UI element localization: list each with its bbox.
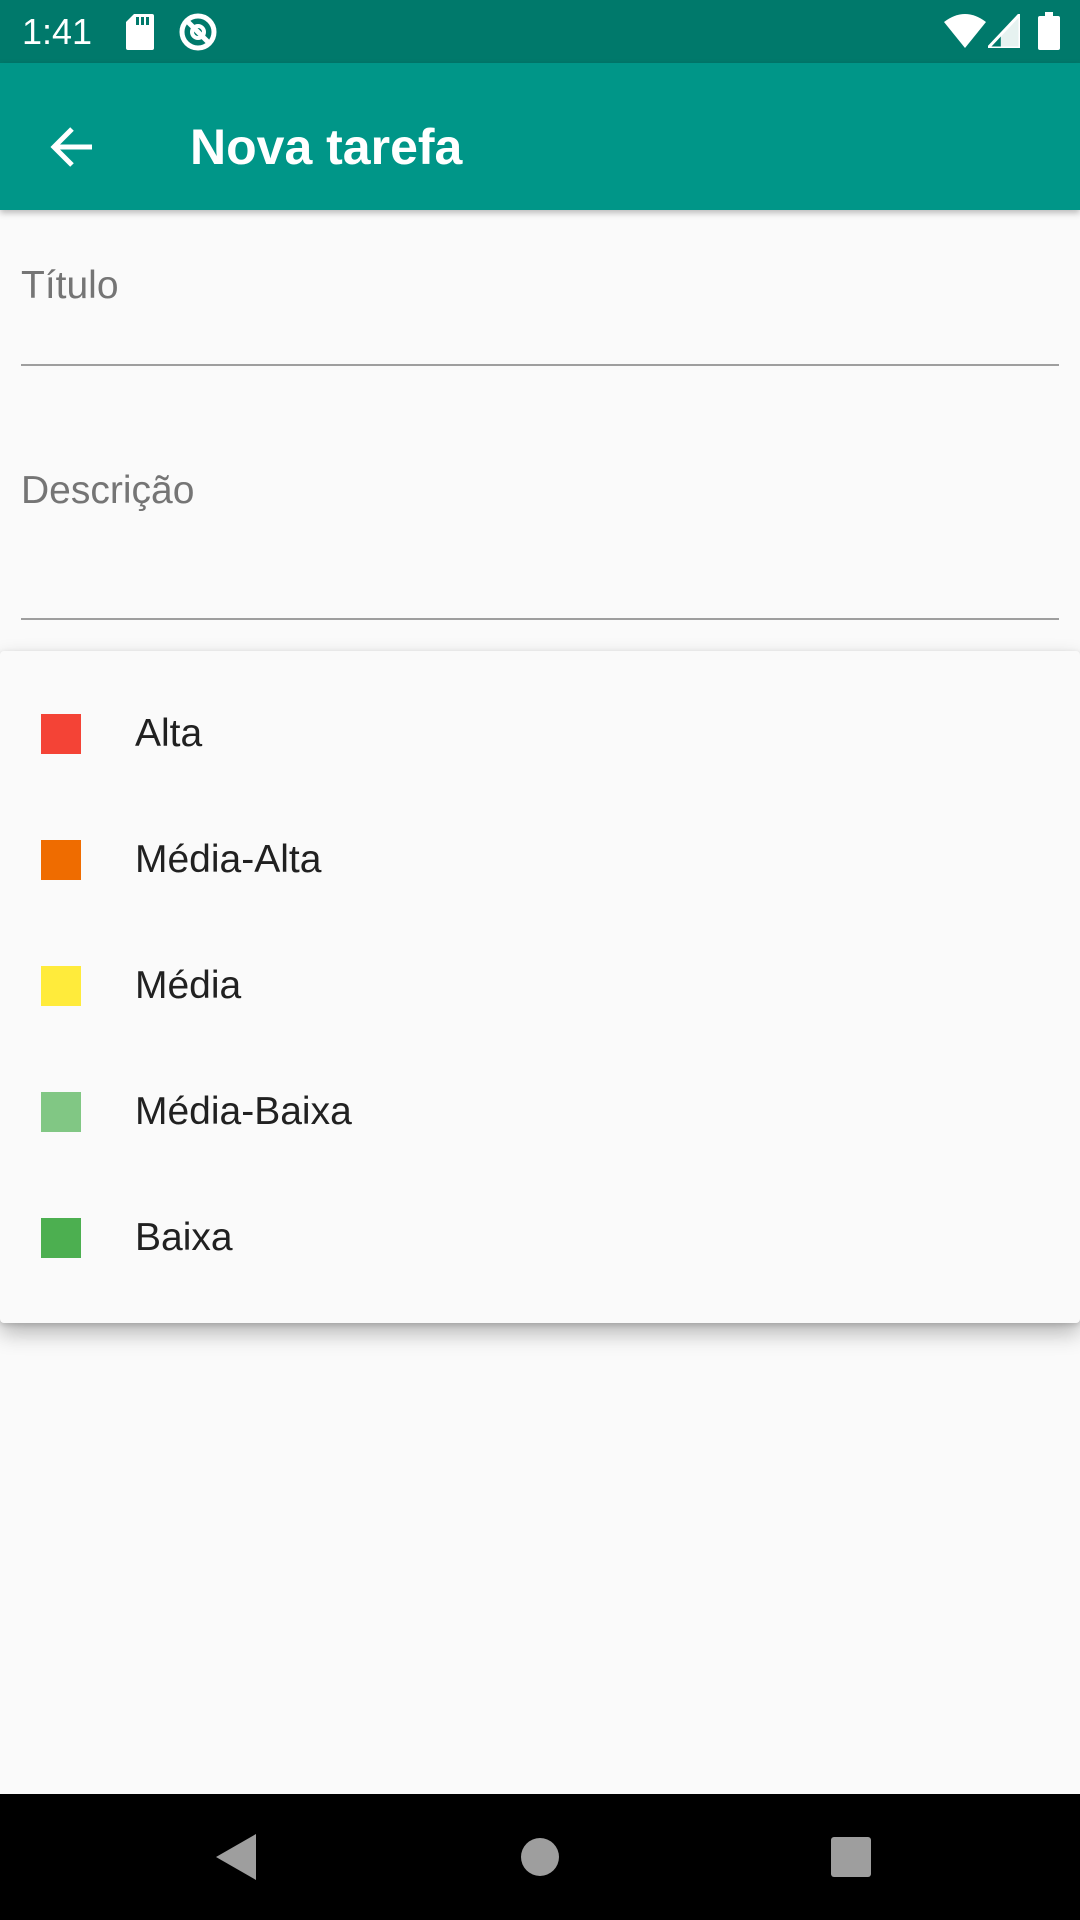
sd-card-icon <box>126 14 154 50</box>
screen: 1:41 Nova tarefa Título Descrição Alta M… <box>0 0 1080 1920</box>
priority-color-swatch <box>41 714 81 754</box>
description-field-label: Descrição <box>21 469 195 512</box>
priority-color-swatch <box>41 966 81 1006</box>
sync-icon <box>179 13 217 51</box>
signal-icon <box>988 14 1020 48</box>
nav-home-button[interactable] <box>507 1824 573 1890</box>
recents-square-icon <box>831 1837 871 1877</box>
nav-recents-button[interactable] <box>818 1824 884 1890</box>
priority-option-label: Média <box>135 964 242 1007</box>
priority-option-label: Média-Alta <box>135 838 322 881</box>
priority-color-swatch <box>41 1092 81 1132</box>
title-field-label: Título <box>21 264 119 307</box>
priority-color-swatch <box>41 840 81 880</box>
priority-option-media[interactable]: Média <box>0 923 1080 1049</box>
battery-icon <box>1038 12 1060 50</box>
wifi-icon <box>944 14 986 48</box>
nav-back-button[interactable] <box>203 1824 269 1890</box>
priority-dropdown-menu: Alta Média-Alta Média Média-Baixa Baixa <box>0 651 1080 1323</box>
status-bar: 1:41 <box>0 0 1080 63</box>
title-field[interactable]: Título <box>21 250 1059 366</box>
priority-option-media-alta[interactable]: Média-Alta <box>0 797 1080 923</box>
priority-option-label: Média-Baixa <box>135 1090 352 1133</box>
arrow-back-icon <box>50 127 92 167</box>
status-time: 1:41 <box>22 11 93 52</box>
priority-option-alta[interactable]: Alta <box>0 671 1080 797</box>
home-circle-icon <box>521 1838 559 1876</box>
back-triangle-icon <box>216 1834 256 1880</box>
priority-color-swatch <box>41 1218 81 1258</box>
description-field[interactable]: Descrição <box>21 455 1059 620</box>
priority-option-label: Baixa <box>135 1216 233 1259</box>
back-button[interactable] <box>30 105 114 189</box>
app-bar: Nova tarefa <box>0 63 1080 210</box>
page-title: Nova tarefa <box>190 119 463 175</box>
system-nav-bar <box>0 1794 1080 1920</box>
priority-option-media-baixa[interactable]: Média-Baixa <box>0 1049 1080 1175</box>
priority-option-baixa[interactable]: Baixa <box>0 1175 1080 1301</box>
priority-option-label: Alta <box>135 712 203 755</box>
